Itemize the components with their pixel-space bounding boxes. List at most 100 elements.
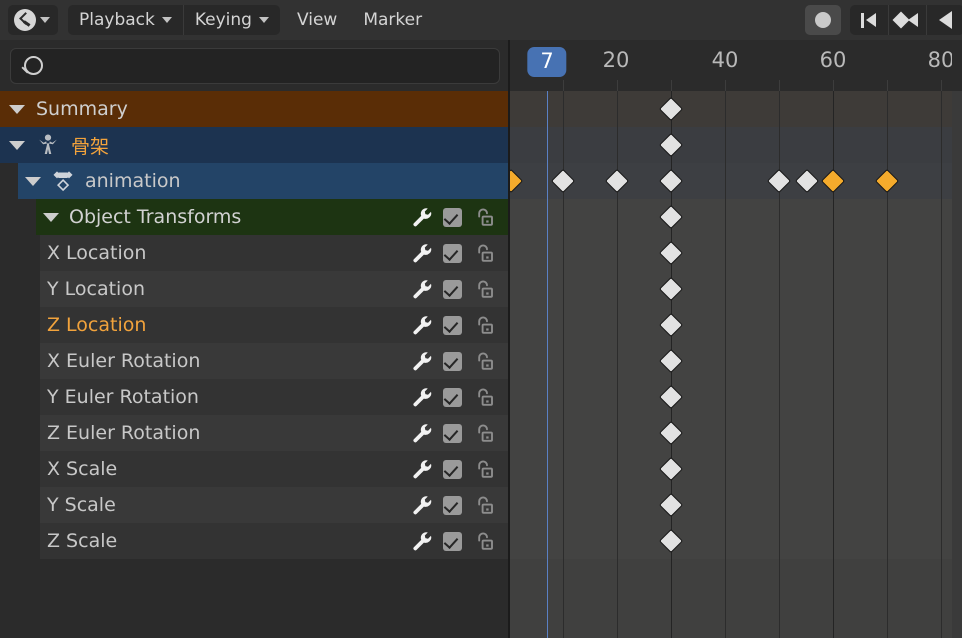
keyframe-row-band xyxy=(510,235,962,271)
search-input[interactable] xyxy=(51,55,489,76)
checkbox-checked-icon[interactable] xyxy=(443,459,462,479)
checkbox-checked-icon[interactable] xyxy=(443,495,462,515)
triangle-down-icon[interactable] xyxy=(25,176,41,186)
current-frame-indicator[interactable]: 7 xyxy=(527,47,567,77)
jump-to-previous-keyframe-icon xyxy=(895,12,919,29)
menu-view[interactable]: View xyxy=(284,5,350,35)
wrench-icon[interactable] xyxy=(411,530,433,552)
auto-keying-record-button[interactable] xyxy=(805,5,841,35)
channel-row-armature-object[interactable]: 骨架 xyxy=(0,127,510,163)
unlocked-padlock-icon[interactable] xyxy=(472,242,494,264)
channel-row-y-scale[interactable]: Y Scale xyxy=(40,487,510,523)
channel-row-y-euler-rotation[interactable]: Y Euler Rotation xyxy=(40,379,510,415)
channel-row-animation-action[interactable]: animation xyxy=(18,163,510,199)
ruler-gridline xyxy=(617,80,618,91)
checkbox-checked-icon[interactable] xyxy=(443,351,462,371)
checkbox-checked-icon[interactable] xyxy=(443,207,462,227)
panel-divider[interactable] xyxy=(508,40,510,638)
channel-row-z-location[interactable]: Z Location xyxy=(40,307,510,343)
keyframe-row-band xyxy=(510,127,962,163)
channel-row-x-euler-rotation[interactable]: X Euler Rotation xyxy=(40,343,510,379)
menu-marker[interactable]: Marker xyxy=(350,5,435,35)
triangle-down-icon[interactable] xyxy=(9,140,25,150)
checkbox-checked-icon[interactable] xyxy=(443,315,462,335)
channel-search-box[interactable] xyxy=(10,47,500,84)
ruler-gridline xyxy=(725,80,726,91)
search-icon xyxy=(24,56,43,75)
unlocked-padlock-icon[interactable] xyxy=(472,206,494,228)
channel-label: Y Location xyxy=(47,278,146,300)
keyframe-row-band xyxy=(510,523,962,559)
channel-label: Object Transforms xyxy=(69,206,242,228)
channel-label: Z Location xyxy=(47,314,147,336)
jump-to-start-icon xyxy=(860,12,879,29)
channel-row-z-scale[interactable]: Z Scale xyxy=(40,523,510,559)
unlocked-padlock-icon[interactable] xyxy=(472,458,494,480)
wrench-icon[interactable] xyxy=(411,494,433,516)
channel-label: Z Scale xyxy=(47,530,118,552)
keyframe-row-band xyxy=(510,415,962,451)
channel-search-row xyxy=(0,40,510,91)
menu-playback-label: Playback xyxy=(79,10,155,30)
playhead-line[interactable] xyxy=(547,91,548,638)
wrench-icon[interactable] xyxy=(411,386,433,408)
wrench-icon[interactable] xyxy=(411,350,433,372)
channel-label: Y Euler Rotation xyxy=(47,386,199,408)
wrench-icon[interactable] xyxy=(411,422,433,444)
triangle-down-icon[interactable] xyxy=(43,212,59,222)
ruler-gridline xyxy=(779,80,780,91)
ruler-gridline xyxy=(671,80,672,91)
menu-playback[interactable]: Playback xyxy=(68,5,183,35)
channel-label: Summary xyxy=(36,98,128,120)
channel-row-x-scale[interactable]: X Scale xyxy=(40,451,510,487)
play-reverse-button[interactable] xyxy=(926,5,962,35)
wrench-icon[interactable] xyxy=(411,242,433,264)
ruler-gridline xyxy=(833,80,834,91)
wrench-icon[interactable] xyxy=(411,206,433,228)
wrench-icon[interactable] xyxy=(411,278,433,300)
checkbox-checked-icon[interactable] xyxy=(443,279,462,299)
checkbox-checked-icon[interactable] xyxy=(443,531,462,551)
unlocked-padlock-icon[interactable] xyxy=(472,530,494,552)
unlocked-padlock-icon[interactable] xyxy=(472,278,494,300)
wrench-icon[interactable] xyxy=(411,314,433,336)
dope-sheet-clock-icon xyxy=(14,9,36,31)
keyframe-row-band xyxy=(510,487,962,523)
ruler-gridline xyxy=(887,80,888,91)
checkbox-checked-icon[interactable] xyxy=(443,387,462,407)
editor-type-selector[interactable] xyxy=(8,5,58,35)
checkbox-checked-icon[interactable] xyxy=(443,423,462,443)
chevron-down-icon xyxy=(40,17,50,23)
channel-icon-group xyxy=(411,206,510,228)
channel-row-z-euler-rotation[interactable]: Z Euler Rotation xyxy=(40,415,510,451)
channel-icon-group xyxy=(411,350,510,372)
jump-to-previous-keyframe-button[interactable] xyxy=(888,5,926,35)
channel-row-object-transforms-group[interactable]: Object Transforms xyxy=(36,199,510,235)
chevron-down-icon xyxy=(161,17,172,23)
channel-label: 骨架 xyxy=(71,135,110,158)
ruler-tick-label: 60 xyxy=(819,48,847,72)
keyframe-area[interactable] xyxy=(510,91,962,638)
channel-label: animation xyxy=(85,170,181,192)
unlocked-padlock-icon[interactable] xyxy=(472,386,494,408)
armature-icon xyxy=(36,133,60,157)
channel-label: X Location xyxy=(47,242,147,264)
unlocked-padlock-icon[interactable] xyxy=(472,494,494,516)
jump-to-start-button[interactable] xyxy=(850,5,888,35)
menu-keying[interactable]: Keying xyxy=(184,5,280,35)
channel-icon-group xyxy=(411,494,510,516)
keyframe-row-band xyxy=(510,451,962,487)
unlocked-padlock-icon[interactable] xyxy=(472,314,494,336)
triangle-down-icon[interactable] xyxy=(9,104,25,114)
unlocked-padlock-icon[interactable] xyxy=(472,350,494,372)
channel-row-y-location[interactable]: Y Location xyxy=(40,271,510,307)
timeline-ruler[interactable]: 20 40 60 80 7 xyxy=(510,40,962,91)
keyframe-row-band xyxy=(510,307,962,343)
channel-row-Summary[interactable]: Summary xyxy=(0,91,510,127)
unlocked-padlock-icon[interactable] xyxy=(472,422,494,444)
wrench-icon[interactable] xyxy=(411,458,433,480)
channel-row-x-location[interactable]: X Location xyxy=(40,235,510,271)
channel-label: Z Euler Rotation xyxy=(47,422,201,444)
checkbox-checked-icon[interactable] xyxy=(443,243,462,263)
play-reverse-icon xyxy=(938,11,952,29)
